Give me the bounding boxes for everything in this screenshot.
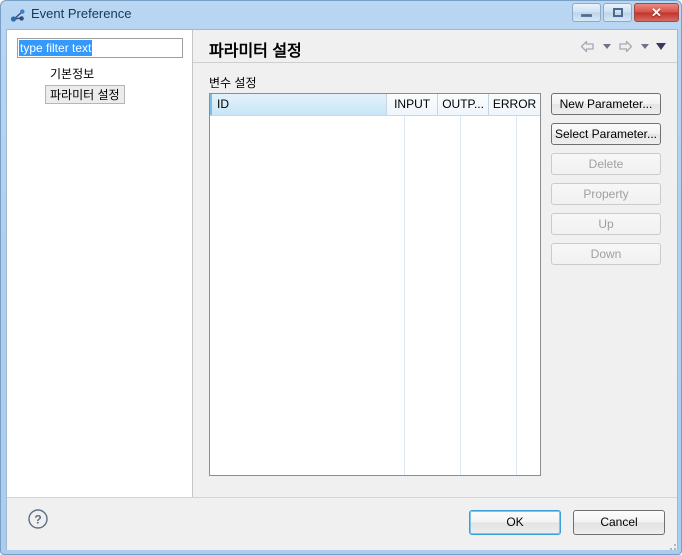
- dialog-footer: ? OK Cancel: [7, 497, 677, 550]
- parameters-table[interactable]: ID INPUT OUTP... ERROR: [209, 93, 541, 476]
- section-label: 변수 설정: [209, 76, 257, 90]
- resize-grip[interactable]: [666, 540, 678, 552]
- tree-row[interactable]: 파라미터 설정: [7, 85, 192, 106]
- forward-arrow-icon[interactable]: [616, 38, 635, 55]
- back-history-chevron-down-icon[interactable]: [600, 38, 613, 55]
- tree-row[interactable]: 기본정보: [7, 64, 192, 85]
- nav-toolbar: [578, 38, 667, 55]
- dialog-buttons: OK Cancel: [469, 510, 665, 535]
- forward-history-chevron-down-icon[interactable]: [638, 38, 651, 55]
- minimize-icon: [581, 14, 592, 17]
- cancel-button[interactable]: Cancel: [573, 510, 665, 535]
- window-title: Event Preference: [31, 6, 132, 21]
- column-header-id[interactable]: ID: [210, 94, 388, 115]
- table-body[interactable]: [210, 116, 540, 475]
- parameter-actions: New Parameter... Select Parameter... Del…: [551, 93, 661, 265]
- select-parameter-button[interactable]: Select Parameter...: [551, 123, 661, 145]
- preference-main-panel: 파라미터 설정 변수 설정 ID INPUT OUTP... ERROR New…: [193, 30, 677, 497]
- view-menu-icon[interactable]: [654, 38, 667, 55]
- delete-button[interactable]: Delete: [551, 153, 661, 175]
- main-header: 파라미터 설정: [193, 30, 677, 63]
- column-header-output[interactable]: OUTP...: [438, 94, 490, 115]
- table-header-row: ID INPUT OUTP... ERROR: [210, 94, 540, 116]
- filter-input[interactable]: [17, 38, 183, 58]
- svg-text:?: ?: [34, 513, 41, 527]
- property-button[interactable]: Property: [551, 183, 661, 205]
- new-parameter-button[interactable]: New Parameter...: [551, 93, 661, 115]
- dialog-client-area: type filter text 기본정보 파라미터 설정 파라미터 설정: [6, 29, 678, 550]
- column-header-input[interactable]: INPUT: [387, 94, 439, 115]
- help-icon[interactable]: ?: [27, 508, 49, 530]
- sidebar-item-parameter-settings[interactable]: 파라미터 설정: [45, 85, 125, 104]
- preference-tree: 기본정보 파라미터 설정: [7, 64, 192, 106]
- column-divider: [516, 116, 517, 475]
- sidebar-item-basic-info[interactable]: 기본정보: [45, 64, 99, 83]
- column-header-error[interactable]: ERROR: [489, 94, 540, 115]
- page-title: 파라미터 설정: [209, 43, 302, 60]
- minimize-button[interactable]: [572, 3, 601, 22]
- close-button[interactable]: ✕: [634, 3, 679, 22]
- event-preference-window: Event Preference ✕ type filter text 기본정보: [0, 0, 682, 555]
- preference-sidebar: type filter text 기본정보 파라미터 설정: [7, 30, 193, 497]
- window-controls: ✕: [572, 3, 679, 22]
- maximize-icon: [612, 8, 623, 17]
- column-divider: [404, 116, 405, 475]
- down-button[interactable]: Down: [551, 243, 661, 265]
- column-divider: [460, 116, 461, 475]
- back-arrow-icon[interactable]: [578, 38, 597, 55]
- app-nodes-icon: [10, 8, 26, 24]
- up-button[interactable]: Up: [551, 213, 661, 235]
- title-bar[interactable]: Event Preference ✕: [1, 1, 681, 29]
- close-icon: ✕: [651, 5, 662, 20]
- maximize-button[interactable]: [603, 3, 632, 22]
- ok-button[interactable]: OK: [469, 510, 561, 535]
